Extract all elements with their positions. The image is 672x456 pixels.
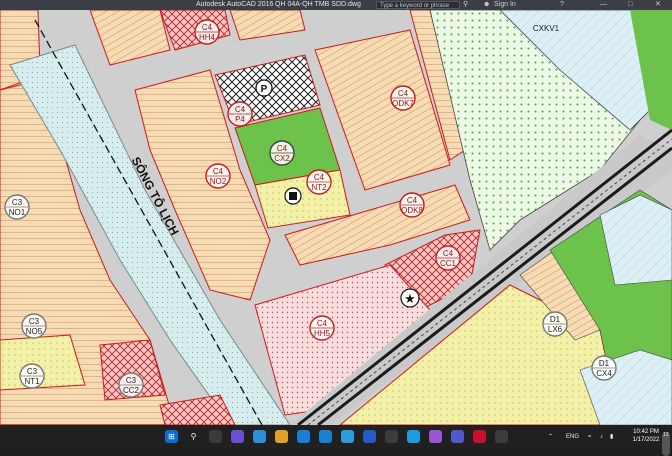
parcel-name: CC2	[123, 386, 140, 395]
parcel-label-lx6: D1LX6	[542, 311, 568, 337]
parcel-code: C3	[27, 367, 38, 376]
parcel-label-odk7: C4ODK7	[390, 85, 416, 111]
parcel-name: NO1	[9, 208, 26, 217]
parcel-name: P4	[235, 115, 245, 124]
wifi-icon[interactable]: ≈	[588, 425, 591, 449]
edge-icon[interactable]	[341, 430, 354, 443]
taskbar: ⊞ ⚲ ⌃ ENG ≈ ♪ ▮ 10:42 PM 1/17/2022 13	[0, 425, 672, 456]
svg-text:★: ★	[404, 292, 416, 307]
zalo-icon[interactable]	[407, 430, 420, 443]
close-icon[interactable]: ✕	[655, 1, 661, 9]
notification-badge[interactable]: 13	[662, 432, 670, 456]
battery-icon[interactable]: ▮	[610, 425, 613, 449]
parcel-code: C4	[407, 196, 418, 205]
parcel-code: D1	[599, 359, 610, 368]
parcel-code: C4	[398, 89, 409, 98]
parcel-label-nt2: C4NT2	[306, 169, 332, 195]
parcel-name: CX2	[274, 154, 290, 163]
parcel-code: C3	[126, 376, 137, 385]
parcel-name: NT1	[24, 377, 40, 386]
parcel-label-hh5: C4HH5	[309, 315, 335, 341]
parcel-name: CX4	[596, 369, 612, 378]
parcel-label-hh4: C4HH4	[194, 19, 220, 45]
maximize-icon[interactable]: □	[628, 1, 632, 9]
parcel-name: ODK7	[392, 99, 414, 108]
parking-symbol: P	[261, 84, 268, 95]
parcel-code: C3	[12, 198, 23, 207]
teams-icon[interactable]	[451, 430, 464, 443]
language-indicator[interactable]: ENG	[566, 425, 579, 449]
app-title: Autodesk AutoCAD 2016	[196, 1, 274, 8]
drawing-canvas[interactable]: SÔNG TÔ LỊCH P ★ C4 HH4 C4 P4 C4 CX2 C4 NT2 C4 NO…	[0, 10, 672, 425]
minimize-icon[interactable]: —	[600, 1, 607, 9]
parcel-label-p4: C4P4	[227, 101, 253, 127]
parcel-code: C4	[443, 249, 454, 258]
parcel-code: C4	[235, 105, 246, 114]
app-icon[interactable]	[385, 430, 398, 443]
taskbar-app-icon[interactable]	[495, 430, 508, 443]
parcel-code: C4	[277, 144, 288, 153]
chat-icon[interactable]	[253, 430, 266, 443]
user-icon[interactable]: ☻	[483, 1, 490, 9]
help-icon[interactable]: ?	[560, 1, 564, 9]
parcel-label-no1: C3NO1	[4, 194, 30, 220]
search-input[interactable]: Type a keyword or phrase	[376, 1, 460, 9]
parcel-code: C4	[317, 319, 328, 328]
title-bar: Autodesk AutoCAD 2016 QH 04A-QH TMB SDD.…	[0, 0, 672, 10]
parcel-code: C4	[202, 23, 213, 32]
facebook-icon[interactable]	[363, 430, 376, 443]
file-title: QH 04A-QH TMB SDD.dwg	[275, 1, 361, 8]
planning-map: SÔNG TÔ LỊCH P ★ C4HH4C4P4C4CX2C4NT2C4NO…	[0, 10, 672, 425]
parcel-name: CXKV1	[533, 24, 560, 33]
parcel-label-cc2: C3CC2	[118, 372, 144, 398]
parcel-label-cxkv1: CXKV1	[533, 24, 560, 33]
parcel-name: NO2	[210, 177, 227, 186]
tray-expand-icon[interactable]: ⌃	[548, 425, 553, 449]
autocad-icon[interactable]	[473, 430, 486, 443]
parcel-name: LX6	[548, 325, 563, 334]
parcel-label-odk8: C4ODK8	[399, 192, 425, 218]
parcel-name: HH4	[199, 33, 216, 42]
speaker-icon[interactable]: ♪	[600, 425, 603, 449]
parcel-name: ODK8	[401, 206, 423, 215]
messenger-icon[interactable]	[429, 430, 442, 443]
parcel-code: C4	[314, 173, 325, 182]
parcel-name: CC1	[440, 259, 457, 268]
search-icon[interactable]: ⚲	[463, 1, 468, 9]
parcel-label-no5: C3NO5	[21, 313, 47, 339]
widgets-icon[interactable]	[231, 430, 244, 443]
parcel-name: NT2	[311, 183, 327, 192]
parcel-code: C4	[213, 167, 224, 176]
parcel-label-cx2: C4CX2	[269, 140, 295, 166]
store-icon[interactable]	[297, 430, 310, 443]
file-explorer-icon[interactable]	[275, 430, 288, 443]
parcel-label-cx4: D1CX4	[591, 355, 617, 381]
parcel-name: NO5	[26, 327, 43, 336]
sign-in-link[interactable]: Sign In	[494, 1, 516, 9]
parcel-code: D1	[550, 315, 561, 324]
parcel-label-nt1: C3NT1	[19, 363, 45, 389]
search-icon[interactable]: ⚲	[187, 430, 200, 443]
parcel-name: HH5	[314, 329, 331, 338]
parcel-label-cc1: C4CC1	[435, 245, 461, 271]
start-icon[interactable]: ⊞	[165, 430, 178, 443]
task-view-icon[interactable]	[209, 430, 222, 443]
parcel-code: C3	[29, 317, 40, 326]
mail-icon[interactable]	[319, 430, 332, 443]
parcel-label-no2: C4NO2	[205, 163, 231, 189]
